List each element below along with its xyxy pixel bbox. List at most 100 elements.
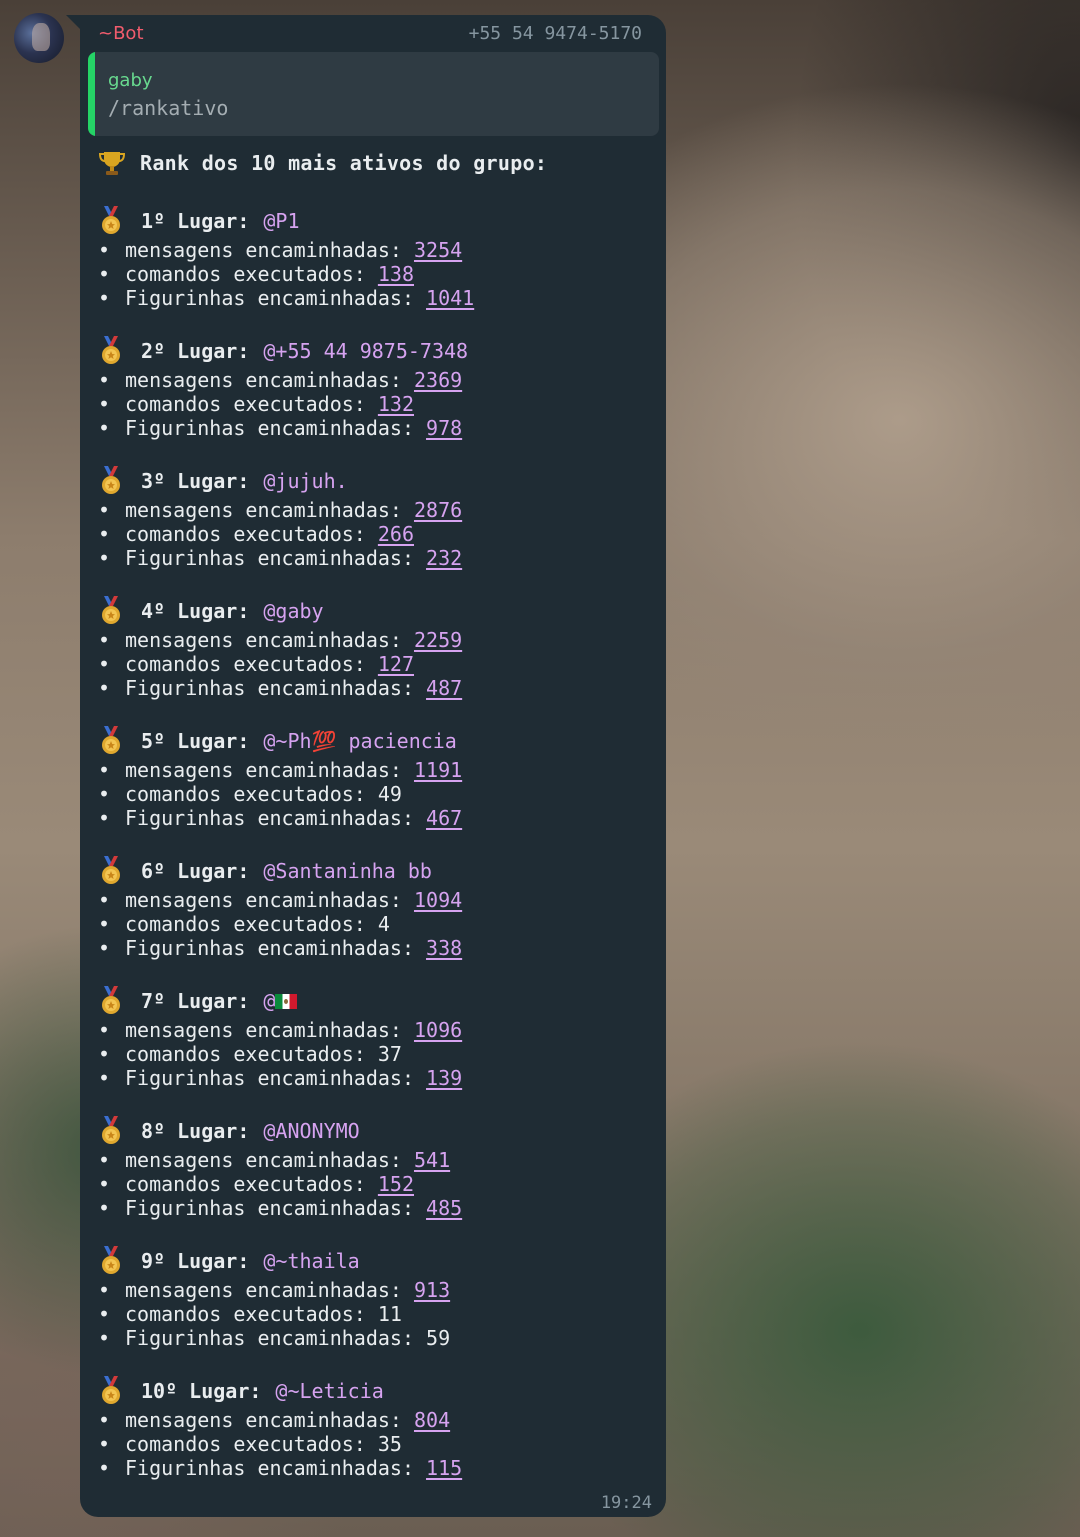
stat-row-stickers: • Figurinhas encaminhadas: 59 xyxy=(98,1326,650,1350)
ranking-entry-header: 5º Lugar: @~Ph💯 paciencia xyxy=(98,724,650,758)
mexico-flag-icon xyxy=(275,993,298,1009)
stat-label: comandos executados: xyxy=(125,262,378,286)
stickers-count[interactable]: 978 xyxy=(426,416,462,440)
messages-count[interactable]: 3254 xyxy=(414,238,462,262)
ranking-place: 5º Lugar: xyxy=(141,729,250,753)
stickers-count[interactable]: 115 xyxy=(426,1456,462,1480)
user-mention[interactable]: @~Ph💯 paciencia xyxy=(263,729,456,753)
ranking-entry-header: 4º Lugar: @gaby xyxy=(98,594,650,628)
bullet: • xyxy=(98,1432,111,1456)
messages-count[interactable]: 2876 xyxy=(414,498,462,522)
bullet: • xyxy=(98,936,111,960)
bullet: • xyxy=(98,1408,111,1432)
stat-label: Figurinhas encaminhadas: xyxy=(125,806,427,830)
bullet: • xyxy=(98,1196,111,1220)
stickers-count[interactable]: 485 xyxy=(426,1196,462,1220)
bullet: • xyxy=(98,498,111,522)
commands-count[interactable]: 266 xyxy=(378,522,414,546)
commands-count: 49 xyxy=(377,782,402,806)
stat-label: Figurinhas encaminhadas: xyxy=(125,546,427,570)
stickers-count[interactable]: 139 xyxy=(426,1066,462,1090)
stickers-count[interactable]: 487 xyxy=(426,676,462,700)
bullet: • xyxy=(98,1278,111,1302)
bullet: • xyxy=(98,416,111,440)
messages-count[interactable]: 541 xyxy=(414,1148,450,1172)
user-mention[interactable]: @ xyxy=(263,989,275,1013)
ranking-entry-header: 8º Lugar: @ANONYMO xyxy=(98,1114,650,1148)
ranking-entry-header: 9º Lugar: @~thaila xyxy=(98,1244,650,1278)
user-mention[interactable]: @P1 xyxy=(263,209,299,233)
commands-count[interactable]: 152 xyxy=(378,1172,414,1196)
user-mention[interactable]: @~thaila xyxy=(263,1249,359,1273)
stat-row-messages: • mensagens encaminhadas: 913 xyxy=(98,1278,650,1302)
stickers-count[interactable]: 467 xyxy=(426,806,462,830)
messages-count[interactable]: 913 xyxy=(414,1278,450,1302)
bullet: • xyxy=(98,262,111,286)
stat-label: comandos executados: xyxy=(125,1172,378,1196)
user-mention[interactable]: @ANONYMO xyxy=(263,1119,359,1143)
stat-row-commands: • comandos executados: 152 xyxy=(98,1172,650,1196)
ranking-entry: 1º Lugar: @P1 • mensagens encaminhadas: 325… xyxy=(98,204,650,310)
stat-row-stickers: • Figurinhas encaminhadas: 115 xyxy=(98,1456,650,1480)
user-mention[interactable]: @Santaninha bb xyxy=(263,859,432,883)
stat-row-messages: • mensagens encaminhadas: 2369 xyxy=(98,368,650,392)
medal-icon xyxy=(98,856,124,886)
messages-count[interactable]: 2369 xyxy=(414,368,462,392)
sender-avatar[interactable] xyxy=(14,13,64,63)
quoted-message[interactable]: gaby /rankativo xyxy=(88,52,659,136)
user-mention[interactable]: @+55 44 9875-7348 xyxy=(263,339,468,363)
stat-label: mensagens encaminhadas: xyxy=(125,238,414,262)
sender-phone[interactable]: +55 54 9474-5170 xyxy=(469,23,642,44)
commands-count[interactable]: 127 xyxy=(378,652,414,676)
stat-label: mensagens encaminhadas: xyxy=(125,498,414,522)
stat-row-messages: • mensagens encaminhadas: 1096 xyxy=(98,1018,650,1042)
message-bubble[interactable]: ~Bot +55 54 9474-5170 gaby /rankativo Ra… xyxy=(80,15,666,1517)
ranking-entry: 2º Lugar: @+55 44 9875-7348 • mensagens enc… xyxy=(98,334,650,440)
ranking-place: 8º Lugar: xyxy=(141,1119,250,1143)
commands-count[interactable]: 132 xyxy=(378,392,414,416)
stat-row-stickers: • Figurinhas encaminhadas: 338 xyxy=(98,936,650,960)
sender-name[interactable]: ~Bot xyxy=(98,23,144,44)
ranking-place: 3º Lugar: xyxy=(141,469,250,493)
messages-count[interactable]: 1094 xyxy=(414,888,462,912)
bullet: • xyxy=(98,652,111,676)
ranking-place: 1º Lugar: xyxy=(141,209,250,233)
ranking-title-row: Rank dos 10 mais ativos do grupo: xyxy=(98,146,650,180)
commands-count[interactable]: 138 xyxy=(378,262,414,286)
stat-label: comandos executados: xyxy=(125,1302,378,1326)
stat-label: comandos executados: xyxy=(125,1432,378,1456)
stat-row-commands: • comandos executados: 49 xyxy=(98,782,650,806)
stat-label: comandos executados: xyxy=(125,522,378,546)
stat-row-messages: • mensagens encaminhadas: 1191 xyxy=(98,758,650,782)
commands-count: 11 xyxy=(377,1302,402,1326)
user-mention[interactable]: @gaby xyxy=(263,599,323,623)
stickers-count[interactable]: 338 xyxy=(426,936,462,960)
stickers-count[interactable]: 1041 xyxy=(426,286,474,310)
ranking-entry-header: 3º Lugar: @jujuh. xyxy=(98,464,650,498)
stat-label: mensagens encaminhadas: xyxy=(125,1278,414,1302)
medal-icon xyxy=(98,596,124,626)
stat-label: comandos executados: xyxy=(125,912,378,936)
stat-row-messages: • mensagens encaminhadas: 1094 xyxy=(98,888,650,912)
ranking-title: Rank dos 10 mais ativos do grupo: xyxy=(140,151,548,175)
stat-label: Figurinhas encaminhadas: xyxy=(125,676,427,700)
stat-row-messages: • mensagens encaminhadas: 2876 xyxy=(98,498,650,522)
quote-author: gaby xyxy=(108,70,153,91)
medal-icon xyxy=(98,336,124,366)
stat-row-messages: • mensagens encaminhadas: 2259 xyxy=(98,628,650,652)
user-mention[interactable]: @jujuh. xyxy=(263,469,347,493)
ranking-entry-header: 2º Lugar: @+55 44 9875-7348 xyxy=(98,334,650,368)
ranking-place: 6º Lugar: xyxy=(141,859,250,883)
messages-count[interactable]: 804 xyxy=(414,1408,450,1432)
ranking-entry-header: 1º Lugar: @P1 xyxy=(98,204,650,238)
ranking-entry: 9º Lugar: @~thaila • mensagens encaminhadas… xyxy=(98,1244,650,1350)
messages-count[interactable]: 2259 xyxy=(414,628,462,652)
messages-count[interactable]: 1096 xyxy=(414,1018,462,1042)
stickers-count[interactable]: 232 xyxy=(426,546,462,570)
bullet: • xyxy=(98,1326,111,1350)
user-mention[interactable]: @~Leticia xyxy=(275,1379,383,1403)
bullet: • xyxy=(98,392,111,416)
commands-count: 37 xyxy=(377,1042,402,1066)
ranking-entry: 3º Lugar: @jujuh. • mensagens encaminhadas:… xyxy=(98,464,650,570)
messages-count[interactable]: 1191 xyxy=(414,758,462,782)
